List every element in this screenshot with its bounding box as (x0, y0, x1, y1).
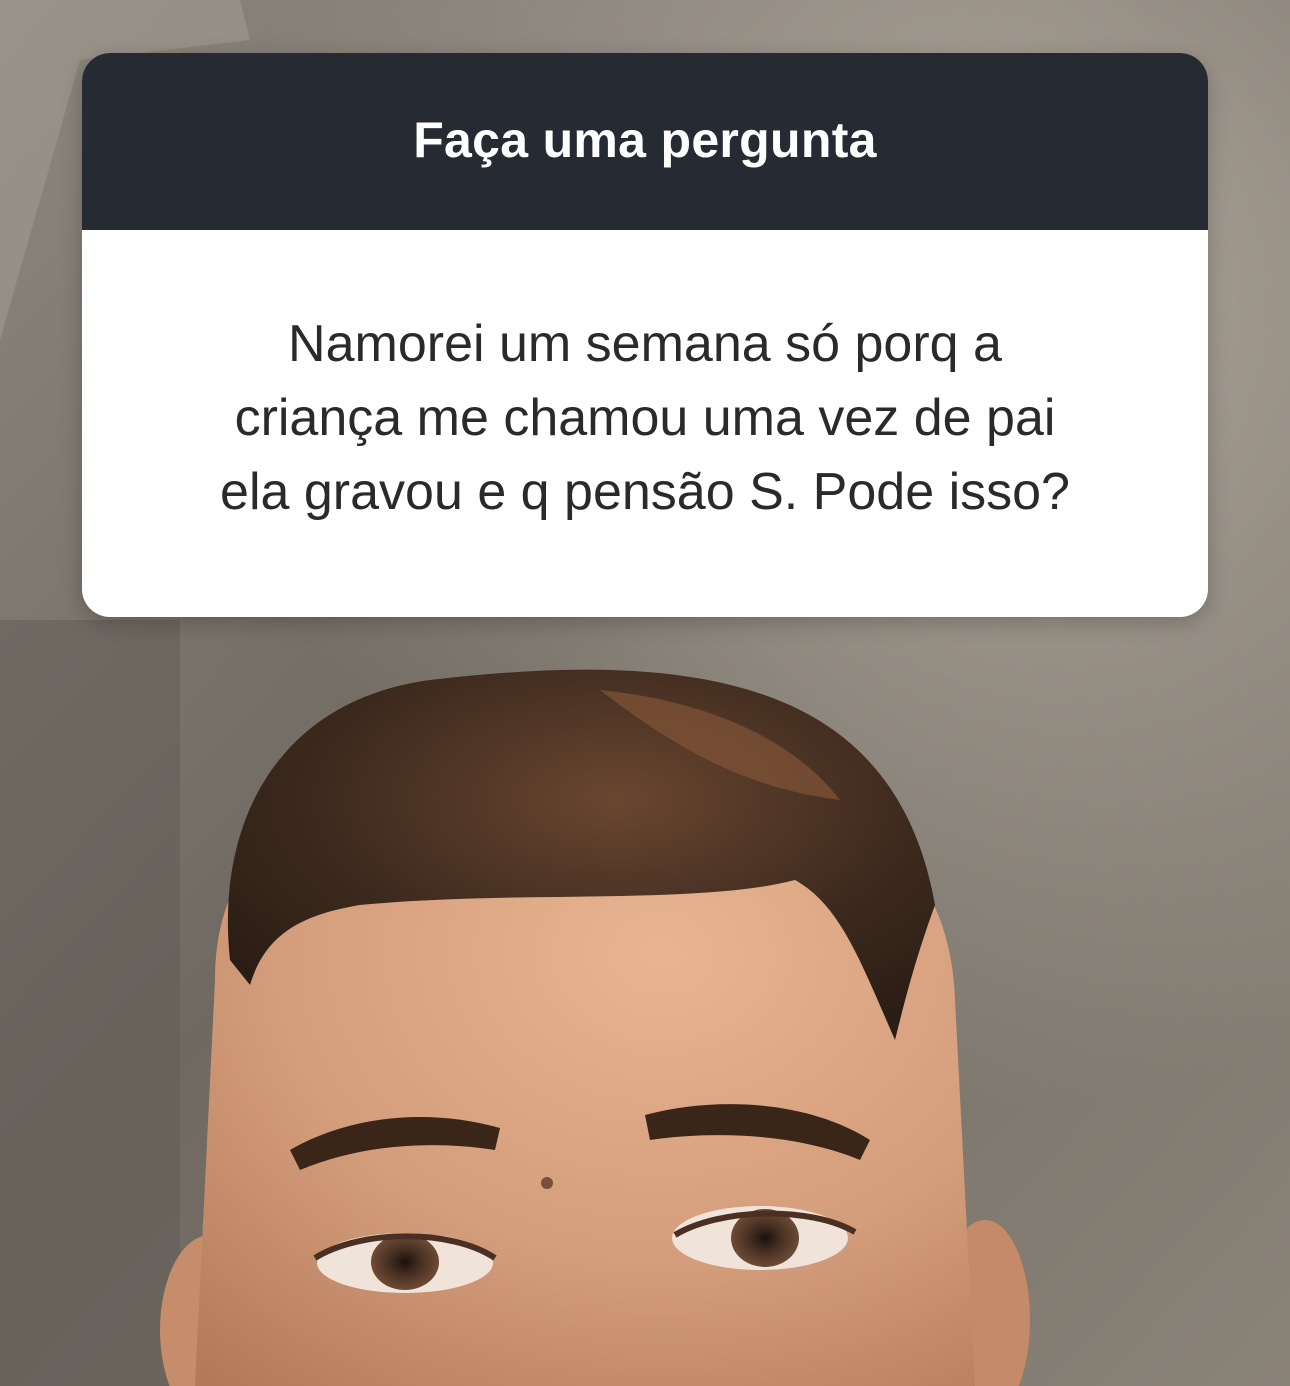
question-sticker-body: Namorei um semana só porq a criança me c… (82, 230, 1208, 617)
question-text: Namorei um semana só porq a criança me c… (220, 314, 1070, 521)
question-sticker-title: Faça uma pergunta (413, 111, 877, 168)
question-sticker-header: Faça uma pergunta (82, 53, 1208, 230)
question-sticker: Faça uma pergunta Namorei um semana só p… (82, 53, 1208, 617)
story-frame: Faça uma pergunta Namorei um semana só p… (0, 0, 1290, 1386)
